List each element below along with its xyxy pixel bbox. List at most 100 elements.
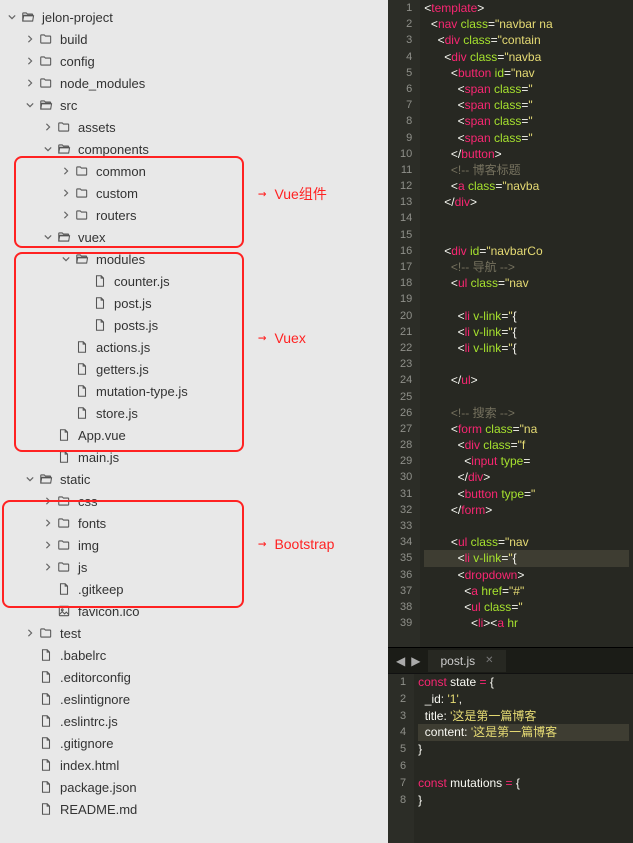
tree-row-index-html[interactable]: index.html <box>0 754 388 776</box>
code-line[interactable]: title: '这是第一篇博客 <box>418 708 629 725</box>
chevron-right-icon[interactable] <box>42 517 54 529</box>
code-line[interactable]: <div class="navba <box>424 49 629 65</box>
tree-row-assets[interactable]: assets <box>0 116 388 138</box>
code-line[interactable] <box>424 389 629 405</box>
tree-row-app-vue[interactable]: App.vue <box>0 424 388 446</box>
code-line[interactable]: const mutations = { <box>418 775 629 792</box>
tree-row-readme-md[interactable]: README.md <box>0 798 388 820</box>
code-line[interactable]: <ul class="nav <box>424 534 629 550</box>
code-line[interactable]: <button type=" <box>424 486 629 502</box>
tab-nav-arrows[interactable]: ◀ ▶ <box>388 654 428 668</box>
tree-row-getters-js[interactable]: getters.js <box>0 358 388 380</box>
code-line[interactable]: </form> <box>424 502 629 518</box>
chevron-right-icon[interactable] <box>42 121 54 133</box>
chevron-down-icon[interactable] <box>6 11 18 23</box>
code-line[interactable]: <button id="nav <box>424 65 629 81</box>
code-line[interactable]: <!-- 导航 --> <box>424 259 629 275</box>
code-pane-main[interactable]: <template> <nav class="navbar na <div cl… <box>420 0 633 647</box>
code-line[interactable]: <nav class="navbar na <box>424 16 629 32</box>
code-line[interactable]: const state = { <box>418 674 629 691</box>
code-line[interactable] <box>424 227 629 243</box>
code-line[interactable]: <li v-link="{ <box>424 324 629 340</box>
code-line[interactable]: content: '这是第一篇博客 <box>418 724 629 741</box>
close-icon[interactable]: ✕ <box>485 655 493 666</box>
tree-row-components[interactable]: components <box>0 138 388 160</box>
tree-row-css[interactable]: css <box>0 490 388 512</box>
tree-row-jelon-project[interactable]: jelon-project <box>0 6 388 28</box>
tree-row--gitkeep[interactable]: .gitkeep <box>0 578 388 600</box>
tree-row-mutation-type-js[interactable]: mutation-type.js <box>0 380 388 402</box>
chevron-right-icon[interactable] <box>24 627 36 639</box>
tab-postjs[interactable]: post.js ✕ <box>428 650 505 672</box>
tree-row--editorconfig[interactable]: .editorconfig <box>0 666 388 688</box>
tree-row--eslintignore[interactable]: .eslintignore <box>0 688 388 710</box>
code-line[interactable]: <form class="na <box>424 421 629 437</box>
code-line[interactable]: <a href="#" <box>424 583 629 599</box>
code-line[interactable]: <dropdown> <box>424 567 629 583</box>
tree-row--eslintrc-js[interactable]: .eslintrc.js <box>0 710 388 732</box>
chevron-right-icon[interactable] <box>60 187 72 199</box>
tree-row-config[interactable]: config <box>0 50 388 72</box>
code-line[interactable]: <div id="navbarCo <box>424 243 629 259</box>
code-line[interactable]: <li><a hr <box>424 615 629 631</box>
chevron-right-icon[interactable] <box>24 55 36 67</box>
code-line[interactable]: <a class="navba <box>424 178 629 194</box>
code-line[interactable] <box>424 291 629 307</box>
tree-row-main-js[interactable]: main.js <box>0 446 388 468</box>
tree-row-favicon-ico[interactable]: favicon.ico <box>0 600 388 622</box>
tree-row-fonts[interactable]: fonts <box>0 512 388 534</box>
tree-row-common[interactable]: common <box>0 160 388 182</box>
tree-row-src[interactable]: src <box>0 94 388 116</box>
chevron-right-icon[interactable] <box>24 33 36 45</box>
editor-main-pane[interactable]: 1234567891011121314151617181920212223242… <box>388 0 633 647</box>
code-line[interactable]: _id: '1', <box>418 691 629 708</box>
chevron-right-icon[interactable] <box>60 209 72 221</box>
chevron-down-icon[interactable] <box>24 473 36 485</box>
tree-row--gitignore[interactable]: .gitignore <box>0 732 388 754</box>
tree-row-store-js[interactable]: store.js <box>0 402 388 424</box>
code-line[interactable]: } <box>418 741 629 758</box>
code-line[interactable]: <li v-link="{ <box>424 340 629 356</box>
chevron-down-icon[interactable] <box>42 231 54 243</box>
chevron-down-icon[interactable] <box>42 143 54 155</box>
tree-row-routers[interactable]: routers <box>0 204 388 226</box>
chevron-down-icon[interactable] <box>60 253 72 265</box>
code-line[interactable]: } <box>418 792 629 809</box>
code-line[interactable]: <div class="contain <box>424 32 629 48</box>
tree-row-custom[interactable]: custom <box>0 182 388 204</box>
tree-row-modules[interactable]: modules <box>0 248 388 270</box>
tree-row-test[interactable]: test <box>0 622 388 644</box>
tree-row-static[interactable]: static <box>0 468 388 490</box>
code-line[interactable]: </ul> <box>424 372 629 388</box>
code-line[interactable] <box>424 356 629 372</box>
code-line[interactable] <box>418 758 629 775</box>
code-line[interactable]: <span class=" <box>424 130 629 146</box>
code-line[interactable]: <span class=" <box>424 97 629 113</box>
tree-row-build[interactable]: build <box>0 28 388 50</box>
code-line[interactable]: <ul class="nav <box>424 275 629 291</box>
chevron-down-icon[interactable] <box>24 99 36 111</box>
tree-row-posts-js[interactable]: posts.js <box>0 314 388 336</box>
code-line[interactable] <box>424 518 629 534</box>
tree-row-post-js[interactable]: post.js <box>0 292 388 314</box>
code-line[interactable]: <div class="f <box>424 437 629 453</box>
tree-row-package-json[interactable]: package.json <box>0 776 388 798</box>
code-line[interactable]: <template> <box>424 0 629 16</box>
chevron-right-icon[interactable] <box>42 495 54 507</box>
chevron-right-icon[interactable] <box>42 561 54 573</box>
code-line[interactable]: </div> <box>424 194 629 210</box>
tree-row-actions-js[interactable]: actions.js <box>0 336 388 358</box>
code-line[interactable] <box>424 210 629 226</box>
chevron-right-icon[interactable] <box>24 77 36 89</box>
code-line[interactable]: <li v-link="{ <box>424 308 629 324</box>
tree-row-js[interactable]: js <box>0 556 388 578</box>
code-line[interactable]: </div> <box>424 469 629 485</box>
chevron-right-icon[interactable] <box>60 165 72 177</box>
code-line[interactable]: <!-- 博客标题 <box>424 162 629 178</box>
tree-row--babelrc[interactable]: .babelrc <box>0 644 388 666</box>
tree-row-counter-js[interactable]: counter.js <box>0 270 388 292</box>
code-line[interactable]: <!-- 搜索 --> <box>424 405 629 421</box>
code-line[interactable]: </button> <box>424 146 629 162</box>
code-line[interactable]: <span class=" <box>424 81 629 97</box>
tab-next-icon[interactable]: ▶ <box>411 654 420 668</box>
